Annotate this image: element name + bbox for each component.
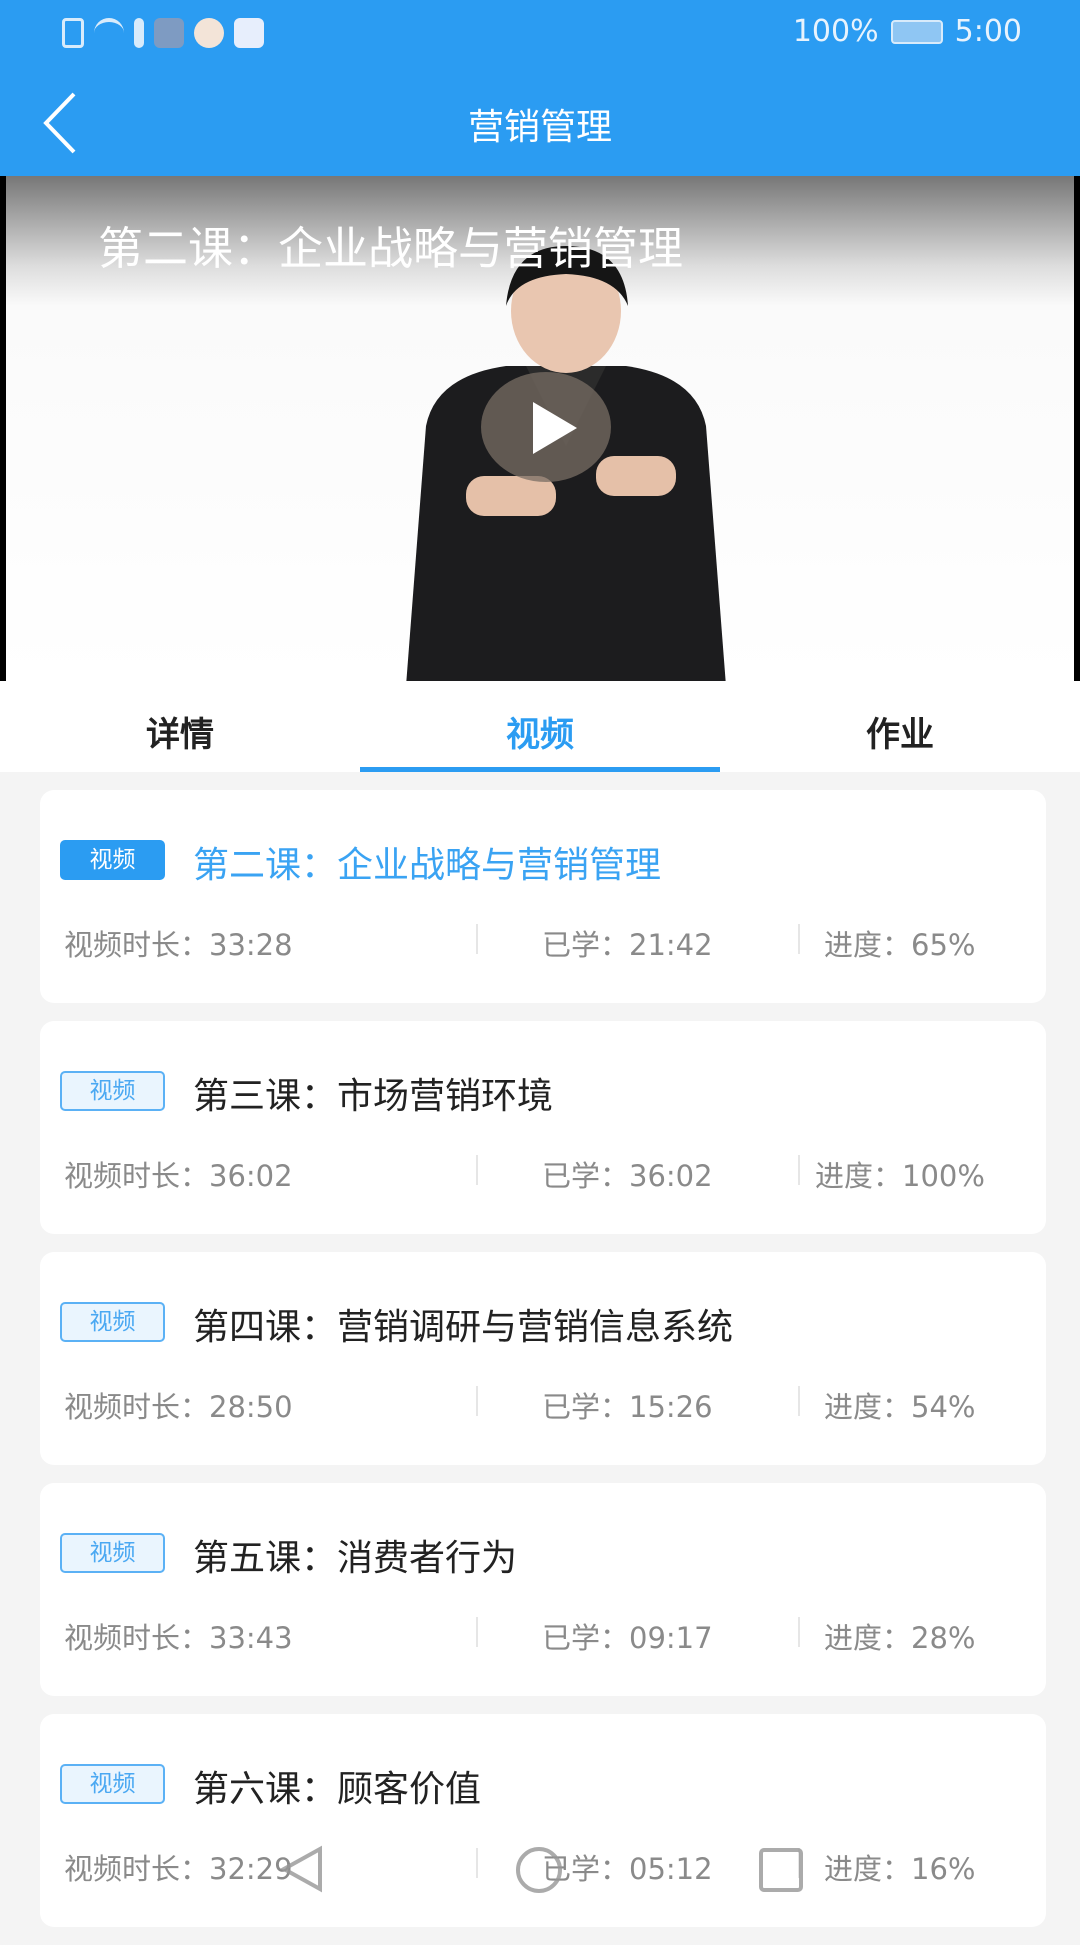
lesson-learned: 已学：05:12 xyxy=(542,1852,713,1886)
lesson-duration: 视频时长：28:50 xyxy=(64,1390,293,1424)
video-badge: 视频 xyxy=(60,1533,165,1573)
tab-bar: 详情 视频 作业 xyxy=(0,681,1080,772)
divider xyxy=(476,1386,478,1416)
tab-videos[interactable]: 视频 xyxy=(360,681,720,772)
battery-icon xyxy=(890,19,943,44)
lesson-progress: 进度：28% xyxy=(824,1621,976,1655)
play-icon[interactable] xyxy=(481,372,611,482)
status-bar: 100% 5:00 xyxy=(0,0,1080,70)
sim-alert-icon xyxy=(62,18,84,48)
lesson-duration: 视频时长：33:28 xyxy=(64,928,293,962)
home-circle-icon[interactable] xyxy=(514,1845,564,1895)
divider xyxy=(476,924,478,954)
lesson-item[interactable]: 视频 第四课：营销调研与营销信息系统 视频时长：28:50 已学：15:26 进… xyxy=(40,1252,1046,1465)
wifi-icon xyxy=(94,18,124,48)
lesson-progress: 进度：16% xyxy=(824,1852,976,1886)
app-icon xyxy=(154,18,184,48)
map-app-icon xyxy=(194,18,224,48)
recents-square-icon[interactable] xyxy=(758,1847,804,1893)
back-triangle-icon[interactable] xyxy=(280,1845,324,1893)
video-badge: 视频 xyxy=(60,1071,165,1111)
baidu-app-icon xyxy=(234,18,264,48)
video-player[interactable]: 第二课：企业战略与营销管理 xyxy=(0,176,1080,681)
divider xyxy=(476,1617,478,1647)
video-title: 第二课：企业战略与营销管理 xyxy=(98,222,684,275)
usb-icon xyxy=(134,18,144,48)
divider xyxy=(476,1848,478,1878)
lesson-learned: 已学：36:02 xyxy=(542,1159,713,1193)
lesson-title: 第四课：营销调研与营销信息系统 xyxy=(193,1307,734,1348)
status-icons xyxy=(62,18,264,48)
lesson-item[interactable]: 视频 第二课：企业战略与营销管理 视频时长：33:28 已学：21:42 进度：… xyxy=(40,790,1046,1003)
lesson-title: 第六课：顾客价值 xyxy=(193,1769,482,1810)
video-badge: 视频 xyxy=(60,1764,165,1804)
tab-details[interactable]: 详情 xyxy=(0,681,360,772)
lesson-duration: 视频时长：32:29 xyxy=(64,1852,293,1886)
lesson-title: 第五课：消费者行为 xyxy=(193,1538,518,1579)
lesson-learned: 已学：09:17 xyxy=(542,1621,713,1655)
divider xyxy=(798,1617,800,1647)
clock: 5:00 xyxy=(954,14,1022,49)
lesson-progress: 进度：100% xyxy=(815,1159,985,1193)
divider xyxy=(476,1155,478,1185)
app-header: 营销管理 xyxy=(0,70,1080,176)
lesson-learned: 已学：21:42 xyxy=(542,928,713,962)
lesson-item[interactable]: 视频 第五课：消费者行为 视频时长：33:43 已学：09:17 进度：28% xyxy=(40,1483,1046,1696)
divider xyxy=(798,1386,800,1416)
video-badge: 视频 xyxy=(60,840,165,880)
battery-percent: 100% xyxy=(792,14,879,49)
divider xyxy=(798,1155,800,1185)
divider xyxy=(798,924,800,954)
lesson-progress: 进度：65% xyxy=(824,928,976,962)
lesson-duration: 视频时长：36:02 xyxy=(64,1159,293,1193)
lesson-learned: 已学：15:26 xyxy=(542,1390,713,1424)
lesson-list: 视频 第二课：企业战略与营销管理 视频时长：33:28 已学：21:42 进度：… xyxy=(40,790,1046,1945)
lesson-title: 第三课：市场营销环境 xyxy=(193,1076,554,1117)
lesson-item[interactable]: 视频 第六课：顾客价值 视频时长：32:29 已学：05:12 进度：16% xyxy=(40,1714,1046,1927)
lesson-title: 第二课：企业战略与营销管理 xyxy=(193,845,662,886)
lesson-duration: 视频时长：33:43 xyxy=(64,1621,293,1655)
lesson-progress: 进度：54% xyxy=(824,1390,976,1424)
page-title: 营销管理 xyxy=(467,107,612,148)
tab-homework[interactable]: 作业 xyxy=(720,681,1080,772)
video-badge: 视频 xyxy=(60,1302,165,1342)
lesson-item[interactable]: 视频 第三课：市场营销环境 视频时长：36:02 已学：36:02 进度：100… xyxy=(40,1021,1046,1234)
